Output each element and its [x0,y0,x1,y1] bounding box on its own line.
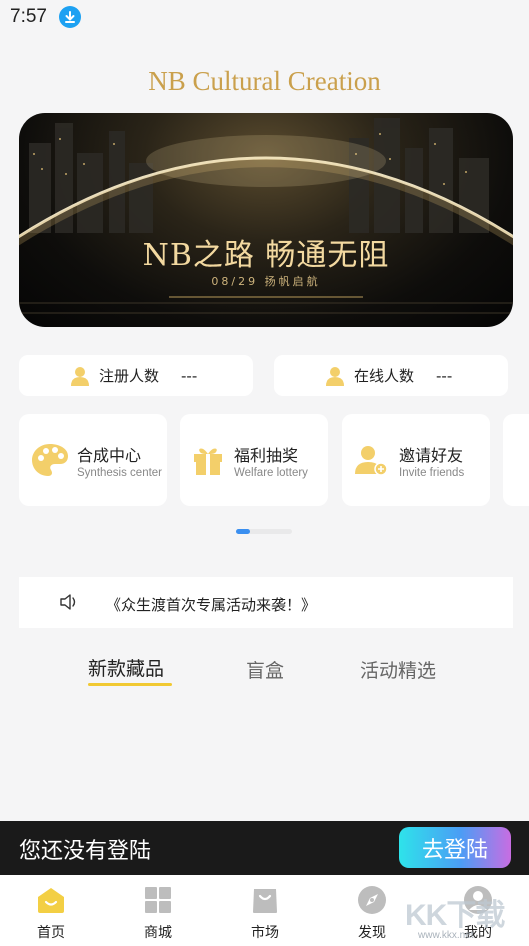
nav-mall-label: 商城 [144,925,172,941]
gift-icon [194,448,222,475]
registered-count-label: 注册人数 [99,367,160,385]
person-icon [326,366,344,386]
home-icon [38,888,64,913]
login-prompt-bar: 您还没有登陆 去登陆 [0,821,529,875]
active-tab-underline [88,683,172,686]
watermark-url: www.kkx.net [418,930,474,941]
tab-new-collectibles[interactable]: 新款藏品 [88,654,164,681]
invite-friends-subtitle: Invite friends [399,467,465,479]
nav-home[interactable]: 首页 [11,875,91,946]
status-bar: 7:57 [0,0,529,36]
invite-friends-card[interactable]: 邀请好友 Invite friends [342,414,490,506]
speaker-icon [60,594,76,610]
nav-market[interactable]: 市场 [225,875,305,946]
add-user-icon [355,446,388,476]
invite-friends-title: 邀请好友 [399,446,464,465]
promo-banner[interactable]: NB之路 畅通无阻 08/29 扬帆启航 [19,113,513,327]
welfare-lottery-title: 福利抽奖 [234,446,299,465]
bag-icon [253,889,277,913]
banner-artwork [19,118,513,314]
status-time: 7:57 [10,6,47,27]
registered-count-card: 注册人数 --- [19,355,253,396]
login-prompt-text: 您还没有登陆 [19,839,152,864]
nav-discover[interactable]: 发现 [332,875,412,946]
online-count-label: 在线人数 [354,367,415,385]
notice-text: 《众生渡首次专属活动来袭！》 [106,596,317,614]
synthesis-center-title: 合成中心 [77,446,142,465]
tab-featured-activities[interactable]: 活动精选 [360,656,436,683]
welfare-lottery-card[interactable]: 福利抽奖 Welfare lottery [180,414,328,506]
next-card-peek [503,414,529,506]
download-icon [59,6,81,28]
nav-discover-label: 发现 [358,925,386,941]
tab-blind-box[interactable]: 盲盒 [246,656,284,683]
notice-bar[interactable]: 《众生渡首次专属活动来袭！》 [19,577,513,628]
app-title: NB Cultural Creation [148,66,381,96]
registered-count-value: --- [181,366,198,385]
synthesis-center-card[interactable]: 合成中心 Synthesis center [19,414,167,506]
carousel-pager-indicator [236,529,250,534]
watermark-logo: KK下载 [405,899,505,932]
banner-title: NB之路 畅通无阻 [142,238,390,273]
online-count-card: 在线人数 --- [274,355,508,396]
online-count-value: --- [436,366,453,385]
nav-market-label: 市场 [251,925,279,941]
person-icon [71,366,89,386]
grid-icon [145,887,171,913]
compass-icon [358,886,386,914]
synthesis-center-subtitle: Synthesis center [77,467,163,479]
go-login-button[interactable]: 去登陆 [399,827,511,868]
banner-subtitle: 08/29 扬帆启航 [211,275,321,288]
palette-icon [32,444,68,476]
welfare-lottery-subtitle: Welfare lottery [234,467,308,479]
nav-home-label: 首页 [37,925,65,941]
nav-mall[interactable]: 商城 [118,875,198,946]
